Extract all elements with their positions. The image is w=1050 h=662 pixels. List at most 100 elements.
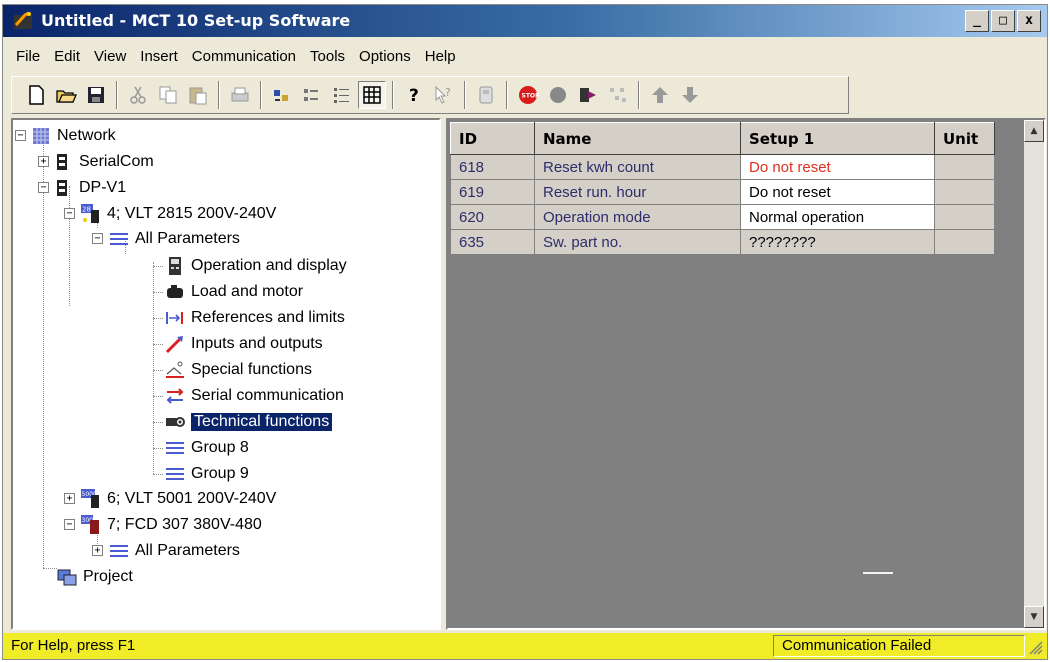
drive-icon-label: 28 [82, 206, 91, 214]
setup-button[interactable] [472, 81, 500, 109]
svg-text:?: ? [445, 86, 451, 99]
table-row[interactable]: 635 Sw. part no. ???????? [450, 229, 995, 255]
param-value[interactable]: Do not reset [740, 179, 935, 205]
param-unit [934, 229, 995, 255]
tree-connector [153, 422, 163, 423]
tree-node-project[interactable]: Project [57, 565, 133, 589]
param-id: 620 [450, 204, 535, 230]
menu-communication[interactable]: Communication [185, 48, 303, 65]
network-tree[interactable]: − + − − − + − + Network SerialCom DP-V1 … [11, 118, 441, 630]
list-button[interactable] [328, 81, 356, 109]
menu-insert[interactable]: Insert [133, 48, 185, 65]
copy-button[interactable] [154, 81, 182, 109]
save-button[interactable] [82, 81, 110, 109]
close-button[interactable]: x [1017, 10, 1041, 32]
tree-label: Operation and display [191, 257, 347, 274]
param-value[interactable]: Do not reset [740, 154, 935, 180]
details-button[interactable] [358, 81, 386, 109]
parameter-table: ID Name Setup 1 Unit 618 Reset kwh count… [450, 122, 995, 255]
drive-icon: 5000 [81, 489, 99, 508]
table-row[interactable]: 619 Reset run. hour Do not reset [450, 179, 995, 205]
tree-node-dpv1[interactable]: DP-V1 [53, 176, 126, 200]
menu-help[interactable]: Help [418, 48, 463, 65]
tree-node-group-8[interactable]: Group 8 [165, 436, 249, 460]
column-header-name[interactable]: Name [534, 122, 741, 155]
param-name: Operation mode [534, 204, 741, 230]
tree-node-fcd-all-parameters[interactable]: All Parameters [109, 539, 240, 563]
maximize-button[interactable]: □ [991, 10, 1015, 32]
tree-connector [153, 448, 163, 449]
tree-label: Group 9 [191, 465, 249, 482]
move-down-button[interactable] [676, 81, 704, 109]
column-header-setup[interactable]: Setup 1 [740, 122, 935, 155]
tree-node-serialcom[interactable]: SerialCom [53, 150, 154, 174]
network-grid-icon [33, 128, 49, 144]
tree-node-drive-vlt2815[interactable]: 28 4; VLT 2815 200V-240V [81, 202, 276, 226]
record-button[interactable] [544, 81, 572, 109]
column-header-unit[interactable]: Unit [934, 122, 995, 155]
tree-node-network[interactable]: Network [31, 124, 116, 148]
expand-serialcom-toggle[interactable]: + [38, 156, 49, 167]
menu-bar: File Edit View Insert Communication Tool… [3, 43, 1047, 69]
tree-connector [153, 396, 163, 397]
table-row[interactable]: 620 Operation mode Normal operation [450, 204, 995, 230]
param-value: ???????? [740, 229, 935, 255]
tree-node-drive-vlt5001[interactable]: 5000 6; VLT 5001 200V-240V [81, 487, 276, 511]
tree-node-drive-fcd307[interactable]: 300 7; FCD 307 380V-480 [81, 513, 262, 537]
large-icons-icon [274, 90, 288, 101]
collapse-dpv1-toggle[interactable]: − [38, 182, 49, 193]
paste-button[interactable] [184, 81, 212, 109]
menu-file[interactable]: File [9, 48, 47, 65]
help-button[interactable]: ? [400, 81, 428, 109]
menu-edit[interactable]: Edit [47, 48, 87, 65]
tree-label: All Parameters [135, 230, 240, 247]
large-icons-button[interactable] [268, 81, 296, 109]
parameter-grid-panel: ID Name Setup 1 Unit 618 Reset kwh count… [446, 118, 1046, 630]
collapse-drive3-toggle[interactable]: − [64, 519, 75, 530]
title-bar[interactable]: Untitled - MCT 10 Set-up Software _ □ x [3, 5, 1047, 37]
collapse-network-toggle[interactable]: − [15, 130, 26, 141]
cut-button[interactable] [124, 81, 152, 109]
resize-grip-icon[interactable] [1029, 641, 1043, 655]
parameter-list-icon [166, 468, 184, 480]
tree-connector [153, 292, 163, 293]
open-button[interactable] [52, 81, 80, 109]
tree-node-all-parameters[interactable]: All Parameters [109, 227, 240, 251]
table-row[interactable]: 618 Reset kwh count Do not reset [450, 154, 995, 180]
stop-button[interactable]: STOP [514, 81, 542, 109]
param-id: 618 [450, 154, 535, 180]
tree-node-load-motor[interactable]: Load and motor [165, 280, 303, 304]
read-from-drive-button[interactable] [574, 81, 602, 109]
status-bar: For Help, press F1 Communication Failed [3, 633, 1047, 659]
expand-drive2-toggle[interactable]: + [64, 493, 75, 504]
param-value[interactable]: Normal operation [740, 204, 935, 230]
minimize-button[interactable]: _ [965, 10, 989, 32]
small-icons-button[interactable] [298, 81, 326, 109]
menu-options[interactable]: Options [352, 48, 418, 65]
new-button[interactable] [22, 81, 50, 109]
menu-tools[interactable]: Tools [303, 48, 352, 65]
tree-node-operation-display[interactable]: Operation and display [165, 254, 347, 278]
scroll-down-button[interactable]: ▼ [1024, 606, 1044, 628]
collapse-all-params-toggle[interactable]: − [92, 233, 103, 244]
scan-network-button[interactable] [604, 81, 632, 109]
tree-label: 6; VLT 5001 200V-240V [107, 490, 277, 507]
scroll-up-button[interactable]: ▲ [1024, 120, 1044, 142]
print-button[interactable] [226, 81, 254, 109]
tree-node-technical-functions[interactable]: Technical functions [165, 410, 333, 434]
tree-label: DP-V1 [79, 179, 127, 196]
param-unit [934, 204, 995, 230]
tree-node-inputs-outputs[interactable]: Inputs and outputs [165, 332, 323, 356]
tree-node-references-limits[interactable]: References and limits [165, 306, 345, 330]
tree-node-serial-communication[interactable]: Serial communication [165, 384, 344, 408]
tree-node-group-9[interactable]: Group 9 [165, 462, 249, 486]
expand-drive3-params-toggle[interactable]: + [92, 545, 103, 556]
collapse-drive1-toggle[interactable]: − [64, 208, 75, 219]
toolbar-separator [638, 81, 640, 109]
move-up-button[interactable] [646, 81, 674, 109]
column-header-id[interactable]: ID [450, 122, 535, 155]
vertical-scrollbar[interactable]: ▲ ▼ [1024, 120, 1044, 628]
menu-view[interactable]: View [87, 48, 133, 65]
tree-node-special-functions[interactable]: Special functions [165, 358, 312, 382]
context-help-button[interactable]: ? [430, 81, 458, 109]
